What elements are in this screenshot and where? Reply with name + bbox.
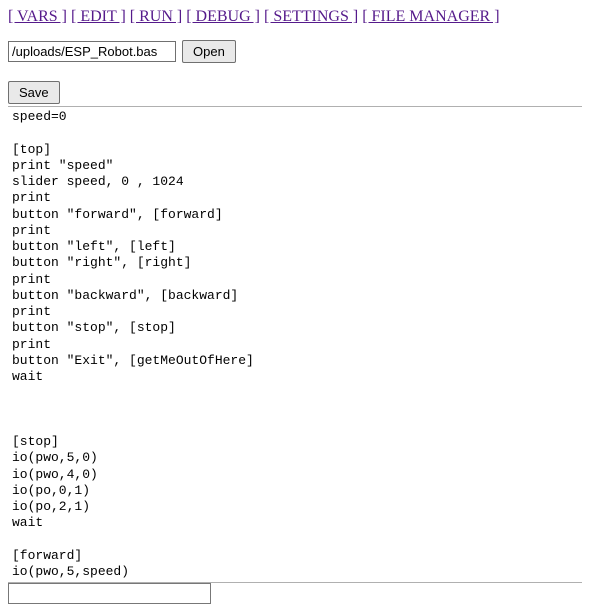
nav-debug-link[interactable]: [ DEBUG ] [186, 8, 260, 25]
nav-filemanager-link[interactable]: [ FILE MANAGER ] [362, 8, 499, 25]
nav-edit-link[interactable]: [ EDIT ] [71, 8, 126, 25]
code-editor[interactable]: speed=0 [top] print "speed" slider speed… [8, 107, 582, 582]
file-path-input[interactable] [8, 41, 176, 62]
open-button[interactable]: Open [182, 40, 236, 63]
nav-settings-link[interactable]: [ SETTINGS ] [264, 8, 358, 25]
nav-vars-link[interactable]: [ VARS ] [8, 8, 67, 25]
code-editor-frame: speed=0 [top] print "speed" slider speed… [8, 106, 582, 583]
top-nav: [ VARS ] [ EDIT ] [ RUN ] [ DEBUG ] [ SE… [8, 8, 582, 26]
nav-run-link[interactable]: [ RUN ] [130, 8, 182, 25]
save-button[interactable]: Save [8, 81, 60, 104]
command-input[interactable] [8, 583, 211, 604]
file-open-row: Open [8, 40, 582, 63]
